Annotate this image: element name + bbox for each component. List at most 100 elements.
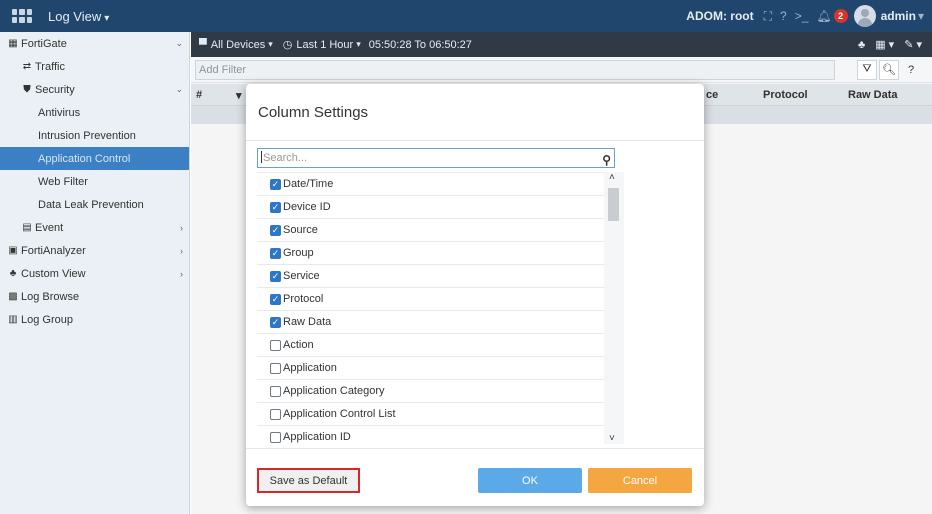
adom-label[interactable]: ADOM: root [686,9,753,23]
checkbox-checked[interactable]: ✓ [270,224,281,236]
list-item[interactable]: ✓ Group [257,242,604,265]
search-icon[interactable]: ⚲ [602,151,611,169]
save-as-default-button[interactable]: Save as Default [257,468,360,493]
sidebar-item-traffic[interactable]: ⇄ Traffic [0,55,189,78]
sidebar-item-security[interactable]: ⛊ Security ⌄ [0,78,189,101]
app-grid-icon[interactable] [12,9,32,23]
sidebar-item-label: Security [35,83,75,96]
traffic-icon: ⇄ [22,61,32,72]
fullscreen-icon[interactable]: ⛶ [764,9,772,24]
checkbox-checked[interactable]: ✓ [270,270,281,282]
notification-badge[interactable]: 2 [833,9,848,23]
list-item[interactable]: Application Category [257,380,604,403]
text-cursor [261,151,262,163]
sidebar-item-web-filter[interactable]: Web Filter [0,170,189,193]
sidebar-item-fortianalyzer[interactable]: ▣ FortiAnalyzer › [0,239,189,262]
checkbox-checked[interactable]: ✓ [270,316,281,328]
time-span-label: 05:50:28 To 06:50:27 [368,38,472,51]
checkbox-checked[interactable]: ✓ [270,201,281,213]
checkbox-unchecked[interactable] [270,431,281,443]
checkbox-unchecked[interactable] [270,408,281,420]
list-item[interactable]: ✓ Service [257,265,604,288]
sidebar-item-label: Data Leak Prevention [38,198,144,211]
list-item[interactable]: Action [257,334,604,357]
checkbox-checked[interactable]: ✓ [270,293,281,305]
scrollbar-thumb[interactable] [608,188,619,221]
bell-icon[interactable]: 🔔︎ [816,9,831,23]
checkbox-unchecked[interactable] [270,362,281,374]
sidebar-item-log-browse[interactable]: ▩ Log Browse [0,285,189,308]
checkbox-unchecked[interactable] [270,385,281,397]
list-item[interactable]: ✓ Protocol [257,288,604,311]
app-title-dropdown[interactable]: Log View ▾ [48,9,109,24]
search-icon[interactable]: 🔍︎ [879,59,899,80]
sidebar: ▦ FortiGate ⌄ ⇄ Traffic ⛊ Security ⌄ Ant… [0,32,190,514]
user-menu[interactable]: admin [881,9,916,23]
cancel-button[interactable]: Cancel [588,468,692,493]
cli-console-icon[interactable]: >_ [795,9,809,23]
event-icon: ▤ [22,222,32,233]
tools-icon[interactable]: ✎ ▾ [904,38,922,51]
sidebar-item-label: Application Control [38,152,131,165]
sidebar-item-label: Web Filter [38,175,88,188]
sidebar-item-intrusion-prevention[interactable]: Intrusion Prevention [0,124,189,147]
checkbox-checked[interactable]: ✓ [270,247,281,259]
help-icon[interactable]: ? [901,60,921,80]
main-toolbar: ▀ All Devices ▾ ◷ Last 1 Hour ▾ 05:50:28… [191,32,932,57]
scrollbar[interactable]: ˄ ˅ [604,172,624,444]
time-range-dropdown[interactable]: ◷ Last 1 Hour ▾ [283,38,361,52]
top-bar: Log View ▾ ADOM: root ⛶ ? >_ 🔔︎ 2 admin ▾ [0,0,932,32]
table-columns-icon[interactable]: ▦ ▾ [875,38,894,51]
list-item[interactable]: ✓ Date/Time [257,173,604,196]
sidebar-item-label: FortiAnalyzer [21,244,86,257]
chevron-right-icon: › [180,245,183,256]
column-label: Service [283,270,320,282]
sidebar-item-custom-view[interactable]: ♣ Custom View › [0,262,189,285]
devices-label: All Devices [210,38,266,51]
sidebar-item-event[interactable]: ▤ Event › [0,216,189,239]
sidebar-item-application-control[interactable]: Application Control [0,147,189,170]
filter-icon[interactable]: ⛛ [857,59,877,80]
sidebar-item-log-group[interactable]: ▥ Log Group [0,308,189,331]
sidebar-item-fortigate[interactable]: ▦ FortiGate ⌄ [0,32,189,55]
list-item[interactable]: ✓ Device ID [257,196,604,219]
chevron-down-icon[interactable]: ˅ [609,433,615,444]
device-icon: ▀ [199,38,207,51]
column-label: Action [283,339,314,351]
column-label: Group [283,247,314,259]
list-item[interactable]: Application Control List [257,403,604,426]
ok-button[interactable]: OK [478,468,582,493]
custom-view-icon: ♣ [9,268,17,279]
checkbox-unchecked[interactable] [270,339,281,351]
log-group-icon: ▥ [8,314,18,325]
sidebar-item-label: FortiGate [21,37,67,50]
time-span: 05:50:28 To 06:50:27 [369,39,472,51]
column-list: ✓ Date/Time ✓ Device ID ✓ Source ✓ Group ✓ Servic… [257,172,604,444]
filter-bar: Add Filter ⛛ 🔍︎ ? [191,57,932,83]
search-input[interactable]: Search... ⚲ [257,148,615,168]
custom-view-icon[interactable]: ♣ [858,39,865,51]
log-browse-icon: ▩ [8,291,18,302]
chevron-right-icon: › [180,222,183,233]
divider [246,448,704,449]
chevron-down-icon[interactable]: ▾ [918,9,924,23]
sidebar-item-antivirus[interactable]: Antivirus [0,101,189,124]
column-label: Application Control List [283,408,396,420]
add-filter-input[interactable]: Add Filter [195,59,835,80]
column-label: Source [283,224,318,236]
avatar[interactable] [853,5,876,27]
list-item[interactable]: Application [257,357,604,380]
chevron-down-icon: ⌄ [175,38,183,48]
sidebar-item-label: Event [35,221,64,234]
list-item[interactable]: ✓ Raw Data [257,311,604,334]
devices-dropdown[interactable]: ▀ All Devices ▾ [199,39,273,51]
dialog-title: Column Settings [258,104,369,121]
checkbox-checked[interactable]: ✓ [270,178,281,190]
sidebar-item-data-leak-prevention[interactable]: Data Leak Prevention [0,193,189,216]
list-item[interactable]: Application ID [257,426,604,444]
list-item[interactable]: ✓ Source [257,219,604,242]
chevron-up-icon[interactable]: ˄ [609,172,615,183]
help-icon[interactable]: ? [780,9,787,23]
column-settings-dialog: Column Settings Search... ⚲ ✓ Date/Time ✓ D… [246,84,704,506]
column-label: Raw Data [283,316,332,328]
